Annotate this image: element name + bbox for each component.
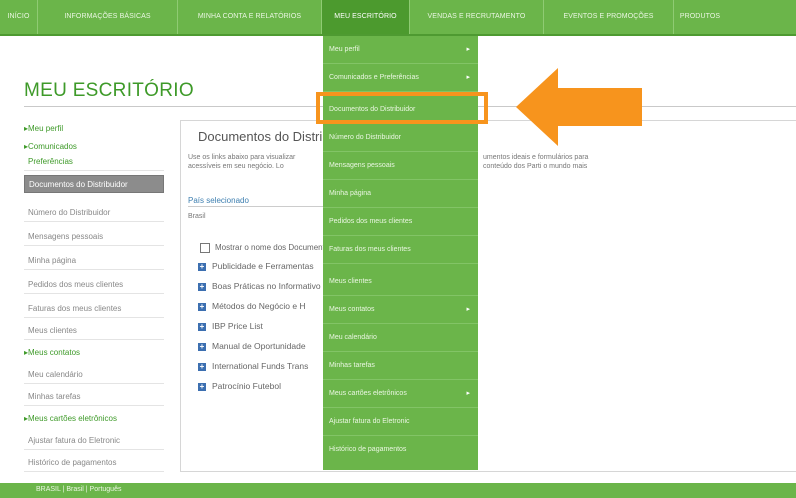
sidebar-item-minha-pagina[interactable]: Minha página bbox=[24, 252, 164, 270]
dropdown-item-meus-clientes[interactable]: Meus clientes bbox=[323, 268, 478, 296]
expand-plus-icon[interactable]: + bbox=[198, 262, 206, 271]
show-names-checkbox[interactable] bbox=[200, 243, 210, 253]
nav-item-inicio[interactable]: INÍCIO bbox=[0, 0, 38, 34]
dropdown-item-label: Meu calendário bbox=[329, 334, 377, 341]
nav-item-eventos-promocoes[interactable]: EVENTOS E PROMOÇÕES bbox=[544, 0, 674, 34]
page-title: MEU ESCRITÓRIO bbox=[24, 80, 194, 101]
dropdown-item-historico[interactable]: Histórico de pagamentos bbox=[323, 436, 478, 464]
nav-item-informacoes-basicas[interactable]: INFORMAÇÕES BÁSICAS bbox=[38, 0, 178, 34]
documents-panel: Documentos do Distribuidor Use os links … bbox=[180, 120, 796, 472]
show-names-checkbox-row[interactable]: Mostrar o nome dos Documentos bbox=[200, 243, 333, 253]
doc-label: Métodos do Negócio e H bbox=[212, 301, 306, 311]
dropdown-item-numero[interactable]: Número do Distribuidor bbox=[323, 124, 478, 152]
description-line: Use os links abaixo para visualizar bbox=[188, 154, 296, 161]
expand-plus-icon[interactable]: + bbox=[198, 322, 206, 331]
dropdown-item-tarefas[interactable]: Minhas tarefas bbox=[323, 352, 478, 380]
doc-item-patrocinio[interactable]: + Patrocínio Futebol bbox=[198, 380, 281, 392]
content-description-left: Use os links abaixo para visualizar aces… bbox=[188, 153, 295, 171]
sidebar-item-documentos-distribuidor[interactable]: Documentos do Distribuidor bbox=[24, 175, 164, 193]
doc-label: International Funds Trans bbox=[212, 361, 309, 371]
sidebar-item-cartoes-eletronicos[interactable]: ▸Meus cartões eletrônicos bbox=[24, 410, 164, 428]
nav-item-vendas-recrutamento[interactable]: VENDAS E RECRUTAMENTO bbox=[410, 0, 544, 34]
doc-item-publicidade[interactable]: + Publicidade e Ferramentas bbox=[198, 260, 314, 272]
doc-label: Boas Práticas no Informativo bbox=[212, 281, 321, 291]
dropdown-item-label: Faturas dos meus clientes bbox=[329, 246, 411, 253]
sidebar-item-ajustar-fatura[interactable]: Ajustar fatura do Eletronic bbox=[24, 432, 164, 450]
dropdown-item-meu-perfil[interactable]: Meu perfil ▸ bbox=[323, 36, 478, 64]
dropdown-item-calendario[interactable]: Meu calendário bbox=[323, 324, 478, 352]
nav-item-produtos[interactable]: PRODUTOS bbox=[674, 0, 726, 34]
content-description-right: umentos ideais e formulários para conteú… bbox=[483, 153, 588, 171]
sidebar-item-minhas-tarefas[interactable]: Minhas tarefas bbox=[24, 388, 164, 406]
dropdown-item-label: Meu perfil bbox=[329, 46, 360, 53]
sidebar-item-meu-perfil[interactable]: ▸Meu perfil bbox=[24, 120, 164, 138]
sidebar-item-meus-clientes[interactable]: Meus clientes bbox=[24, 322, 164, 340]
expand-plus-icon[interactable]: + bbox=[198, 362, 206, 371]
sidebar-item-label: Comunicados bbox=[28, 142, 77, 151]
doc-label: Manual de Oportunidade bbox=[212, 341, 306, 351]
country-label: País selecionado bbox=[188, 196, 249, 205]
sidebar-item-meu-calendario[interactable]: Meu calendário bbox=[24, 366, 164, 384]
sidebar-item-numero-distribuidor[interactable]: Número do Distribuidor bbox=[24, 204, 164, 222]
dropdown-item-label: Meus cartões eletrônicos bbox=[329, 390, 407, 397]
sidebar-item-historico-pagamentos[interactable]: Histórico de pagamentos bbox=[24, 454, 164, 472]
doc-item-price-list[interactable]: + IBP Price List bbox=[198, 320, 263, 332]
dropdown-item-ajustar-fatura[interactable]: Ajustar fatura do Eletronic bbox=[323, 408, 478, 436]
footer-bar: BRASIL | Brasil | Português bbox=[0, 483, 796, 498]
description-line: conteúdo dos Parti o mundo mais bbox=[483, 163, 588, 170]
dropdown-item-label: Comunicados e Preferências bbox=[329, 74, 419, 81]
dropdown-item-label: Histórico de pagamentos bbox=[329, 446, 407, 453]
sidebar-item-pedidos-clientes[interactable]: Pedidos dos meus clientes bbox=[24, 276, 164, 294]
expand-plus-icon[interactable]: + bbox=[198, 342, 206, 351]
doc-item-metodos[interactable]: + Métodos do Negócio e H bbox=[198, 300, 306, 312]
doc-label: Publicidade e Ferramentas bbox=[212, 261, 314, 271]
dropdown-item-label: Minhas tarefas bbox=[329, 362, 375, 369]
submenu-arrow-icon: ▸ bbox=[466, 74, 470, 81]
doc-label: IBP Price List bbox=[212, 321, 263, 331]
doc-item-international-funds[interactable]: + International Funds Trans bbox=[198, 360, 308, 372]
sidebar-item-faturas-clientes[interactable]: Faturas dos meus clientes bbox=[24, 300, 164, 318]
sidebar-item-label: Meus contatos bbox=[28, 348, 81, 357]
sidebar-item-meus-contatos[interactable]: ▸Meus contatos bbox=[24, 344, 164, 362]
checkbox-label: Mostrar o nome dos Documentos bbox=[215, 243, 334, 253]
dropdown-item-label: Mensagens pessoais bbox=[329, 162, 395, 169]
description-line: umentos ideais e formulários para bbox=[483, 154, 589, 161]
dropdown-item-comunicados[interactable]: Comunicados e Preferências ▸ bbox=[323, 64, 478, 92]
doc-item-boas-praticas[interactable]: + Boas Práticas no Informativo bbox=[198, 280, 321, 292]
dropdown-item-label: Ajustar fatura do Eletronic bbox=[329, 418, 410, 425]
expand-plus-icon[interactable]: + bbox=[198, 282, 206, 291]
sidebar-item-mensagens[interactable]: Mensagens pessoais bbox=[24, 228, 164, 246]
nav-item-minha-conta[interactable]: MINHA CONTA E RELATÓRIOS bbox=[178, 0, 322, 34]
expand-plus-icon[interactable]: + bbox=[198, 302, 206, 311]
footer-locale[interactable]: BRASIL | Brasil | Português bbox=[36, 486, 121, 493]
top-nav-bar: INÍCIO INFORMAÇÕES BÁSICAS MINHA CONTA E… bbox=[0, 0, 796, 36]
sidebar-item-label: Meu perfil bbox=[28, 124, 64, 133]
dropdown-item-meus-contatos[interactable]: Meus contatos ▸ bbox=[323, 296, 478, 324]
dropdown-item-cartoes[interactable]: Meus cartões eletrônicos ▸ bbox=[323, 380, 478, 408]
doc-item-manual[interactable]: + Manual de Oportunidade bbox=[198, 340, 306, 352]
description-line: acessíveis em seu negócio. Lo bbox=[188, 163, 284, 170]
sidebar-item-preferencias[interactable]: Preferências bbox=[24, 153, 164, 171]
nav-item-meu-escritorio[interactable]: MEU ESCRITÓRIO bbox=[322, 0, 410, 34]
pointer-arrow-icon bbox=[516, 68, 642, 146]
dropdown-item-label: Minha página bbox=[329, 190, 372, 197]
country-divider bbox=[188, 206, 324, 207]
submenu-arrow-icon: ▸ bbox=[466, 306, 470, 313]
dropdown-item-label: Meus clientes bbox=[329, 278, 372, 285]
sidebar-item-label: Meus cartões eletrônicos bbox=[28, 414, 117, 423]
dropdown-item-label: Pedidos dos meus clientes bbox=[329, 218, 413, 225]
dropdown-item-pedidos[interactable]: Pedidos dos meus clientes bbox=[323, 208, 478, 236]
submenu-arrow-icon: ▸ bbox=[466, 46, 470, 53]
highlight-box bbox=[316, 92, 488, 124]
dropdown-item-minha-pagina[interactable]: Minha página bbox=[323, 180, 478, 208]
doc-label: Patrocínio Futebol bbox=[212, 381, 281, 391]
expand-plus-icon[interactable]: + bbox=[198, 382, 206, 391]
dropdown-item-label: Número do Distribuidor bbox=[329, 134, 401, 141]
dropdown-item-mensagens[interactable]: Mensagens pessoais bbox=[323, 152, 478, 180]
dropdown-item-label: Meus contatos bbox=[329, 306, 375, 313]
submenu-arrow-icon: ▸ bbox=[466, 390, 470, 397]
country-select[interactable]: Brasil bbox=[188, 213, 206, 220]
dropdown-item-faturas[interactable]: Faturas dos meus clientes bbox=[323, 236, 478, 264]
